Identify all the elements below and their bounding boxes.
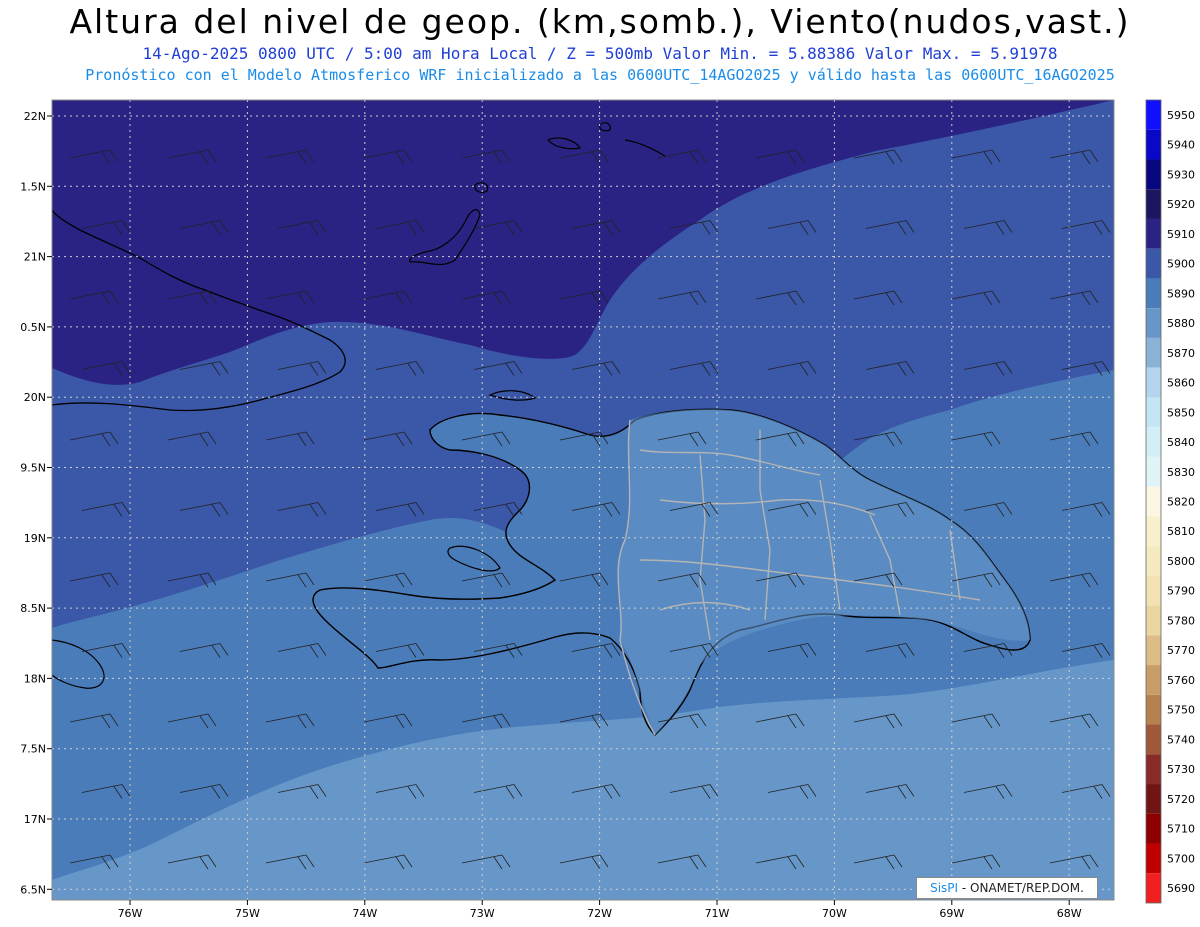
colorbar-swatch: [1146, 248, 1161, 279]
lat-label: 22N: [24, 110, 46, 123]
colorbar-swatch: [1146, 159, 1161, 190]
lat-label: 1.5N: [20, 180, 46, 193]
colorbar-label: 5870: [1167, 347, 1195, 360]
lat-label: 20N: [24, 391, 46, 404]
colorbar-label: 5860: [1167, 377, 1195, 390]
colorbar-swatch: [1146, 694, 1161, 725]
colorbar-label: 5690: [1167, 882, 1195, 895]
colorbar-label: 5950: [1167, 109, 1195, 122]
lon-label: 69W: [939, 907, 964, 920]
lat-label: 8.5N: [20, 602, 46, 615]
longitude-labels: 76W 75W 74W 73W 72W 71W 70W 69W 68W: [118, 900, 1082, 920]
forecast-map: 22N 1.5N 21N 0.5N 20N 9.5N 19N 8.5N 18N 7.5N 17N 6.…: [20, 99, 1195, 920]
colorbar-swatch: [1146, 367, 1161, 398]
colorbar: 5950 5940 5930 5920 5910 5900 5890 5880 5870 5860…: [1145, 99, 1195, 904]
colorbar-label: 5790: [1167, 585, 1195, 598]
colorbar-swatch: [1146, 397, 1161, 428]
lon-label: 74W: [352, 907, 377, 920]
lon-label: 72W: [587, 907, 612, 920]
colorbar-swatch: [1146, 724, 1161, 755]
colorbar-label: 5760: [1167, 674, 1195, 687]
colorbar-swatch: [1146, 843, 1161, 874]
colorbar-label: 5730: [1167, 763, 1195, 776]
colorbar-label: 5700: [1167, 852, 1195, 865]
colorbar-label: 5770: [1167, 644, 1195, 657]
lat-label: 18N: [24, 672, 46, 685]
credit-brand: SisPI: [930, 881, 959, 895]
colorbar-swatch: [1146, 456, 1161, 487]
colorbar-label: 5920: [1167, 198, 1195, 211]
lon-label: 75W: [235, 907, 260, 920]
lat-label: 7.5N: [20, 743, 46, 756]
credit-box: SisPI - ONAMET/REP.DOM.: [916, 877, 1098, 899]
colorbar-label: 5850: [1167, 406, 1195, 419]
lat-label: 0.5N: [20, 321, 46, 334]
colorbar-label: 5900: [1167, 258, 1195, 271]
colorbar-label: 5940: [1167, 139, 1195, 152]
colorbar-swatch: [1146, 546, 1161, 576]
colorbar-swatch: [1146, 575, 1161, 606]
colorbar-swatch: [1146, 754, 1161, 785]
colorbar-swatch: [1146, 129, 1161, 160]
colorbar-swatch: [1146, 665, 1161, 695]
colorbar-swatch: [1146, 278, 1161, 309]
lon-label: 68W: [1057, 907, 1082, 920]
lon-label: 71W: [705, 907, 730, 920]
colorbar-swatch: [1146, 486, 1161, 517]
credit-text: - ONAMET/REP.DOM.: [958, 881, 1084, 895]
colorbar-label: 5840: [1167, 436, 1195, 449]
colorbar-swatch: [1146, 189, 1161, 219]
colorbar-label: 5930: [1167, 168, 1195, 181]
colorbar-label: 5810: [1167, 525, 1195, 538]
colorbar-swatch: [1146, 427, 1161, 457]
colorbar-label: 5910: [1167, 228, 1195, 241]
colorbar-swatch: [1146, 100, 1161, 130]
lat-label: 6.5N: [20, 883, 46, 896]
lat-label: 19N: [24, 532, 46, 545]
colorbar-label: 5780: [1167, 614, 1195, 627]
colorbar-label: 5750: [1167, 704, 1195, 717]
colorbar-swatch: [1146, 635, 1161, 666]
colorbar-label: 5820: [1167, 496, 1195, 509]
colorbar-swatch: [1146, 873, 1161, 903]
colorbar-swatch: [1146, 218, 1161, 249]
colorbar-label: 5800: [1167, 555, 1195, 568]
colorbar-label: 5740: [1167, 733, 1195, 746]
lat-label: 9.5N: [20, 462, 46, 475]
lon-label: 70W: [822, 907, 847, 920]
lon-label: 76W: [118, 907, 143, 920]
colorbar-label: 5710: [1167, 823, 1195, 836]
colorbar-swatch: [1146, 337, 1161, 368]
colorbar-swatch: [1146, 813, 1161, 844]
colorbar-swatch: [1146, 784, 1161, 814]
lat-label: 21N: [24, 251, 46, 264]
colorbar-label: 5890: [1167, 287, 1195, 300]
latitude-labels: 22N 1.5N 21N 0.5N 20N 9.5N 19N 8.5N 18N 7.5N 17N 6.…: [20, 110, 52, 896]
colorbar-swatch: [1146, 308, 1161, 338]
colorbar-label: 5830: [1167, 466, 1195, 479]
lon-label: 73W: [470, 907, 495, 920]
colorbar-swatch: [1146, 516, 1161, 547]
colorbar-swatch: [1146, 605, 1161, 636]
colorbar-label: 5720: [1167, 793, 1195, 806]
lat-label: 17N: [24, 813, 46, 826]
colorbar-label: 5880: [1167, 317, 1195, 330]
